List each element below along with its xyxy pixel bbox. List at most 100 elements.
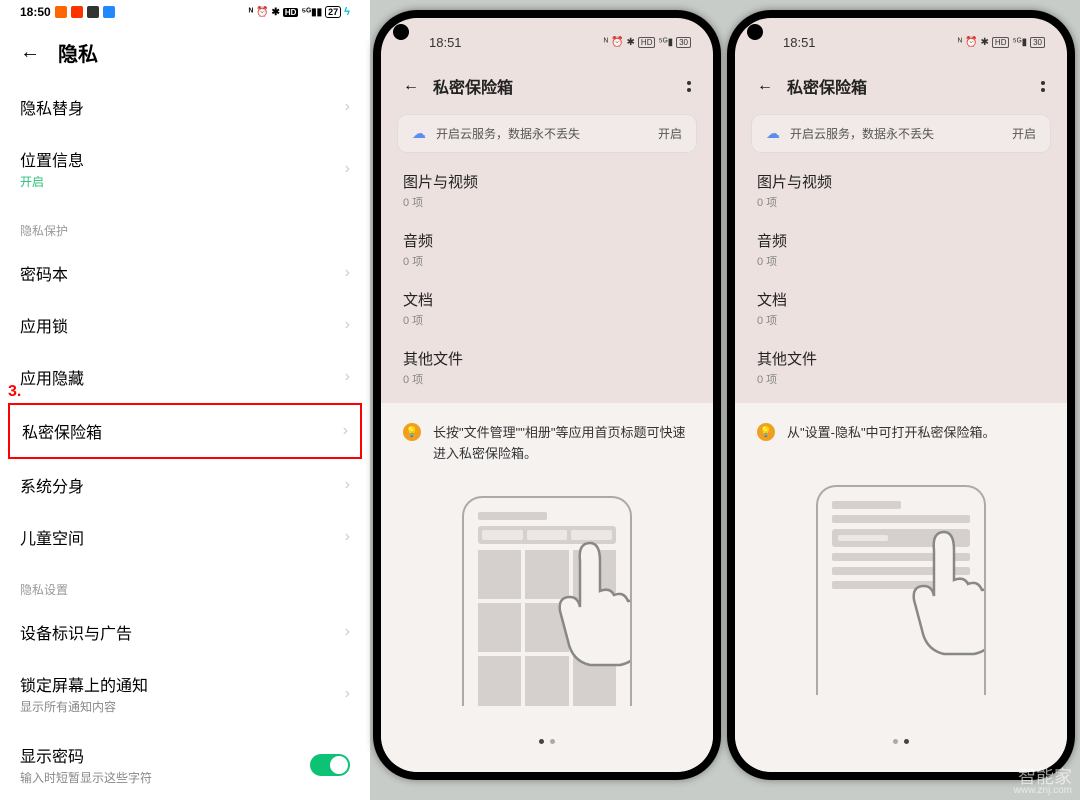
chevron-right-icon: › — [345, 476, 350, 494]
row-system-clone[interactable]: 系统分身 › — [0, 459, 370, 511]
page-header: ← 私密保险箱 — [735, 58, 1067, 110]
cloud-banner[interactable]: ☁ 开启云服务，数据永不丢失 开启 — [397, 114, 697, 153]
row-docs[interactable]: 文档 0 项 — [735, 279, 1067, 338]
pager-dots — [757, 727, 1045, 762]
charging-icon: ϟ — [344, 6, 350, 18]
chevron-right-icon: › — [345, 528, 350, 546]
more-icon[interactable] — [1041, 81, 1045, 92]
nfc-icon: ᴺ — [249, 7, 253, 18]
battery-icon: 27 — [325, 6, 341, 18]
row-audio[interactable]: 音频 0 项 — [735, 220, 1067, 279]
cloud-banner[interactable]: ☁ 开启云服务，数据永不丢失 开启 — [751, 114, 1051, 153]
cloud-icon: ☁ — [766, 125, 780, 142]
camera-punch-hole — [393, 24, 409, 40]
hd-icon: HD — [638, 37, 656, 48]
toggle-switch[interactable] — [310, 754, 350, 776]
section-header: 隐私保护 — [0, 204, 370, 247]
pager-dot[interactable] — [893, 739, 898, 744]
settings-screenshot: 18:50 ᴺ ⏰ ✱ HD ⁵ᴳ▮▮ 27 ϟ ← 隐私 隐私替身 › 位置信… — [0, 0, 370, 800]
watermark: 智能家 www.znj.com — [1014, 768, 1072, 796]
row-password-book[interactable]: 密码本 › — [0, 247, 370, 299]
page-header: ← 私密保险箱 — [381, 58, 713, 110]
app-icon-2 — [71, 6, 83, 18]
battery-icon: 30 — [1030, 37, 1045, 48]
more-icon[interactable] — [687, 81, 691, 92]
tip-card: 💡 长按"文件管理""相册"等应用首页标题可快速进入私密保险箱。 — [381, 403, 713, 772]
back-icon[interactable]: ← — [757, 77, 773, 95]
app-icon-1 — [55, 6, 67, 18]
row-lockscreen-notif[interactable]: 锁定屏幕上的通知 显示所有通知内容 › — [0, 658, 370, 729]
bluetooth-icon: ✱ — [627, 37, 635, 48]
chevron-right-icon: › — [343, 422, 348, 440]
hd-icon: HD — [283, 8, 299, 17]
row-location[interactable]: 位置信息 开启 › — [0, 133, 370, 204]
cloud-enable-link[interactable]: 开启 — [658, 125, 682, 142]
chevron-right-icon: › — [345, 368, 350, 386]
page-title: 私密保险箱 — [787, 74, 867, 98]
highlighted-row-private-safe[interactable]: 3. 私密保险箱 › — [8, 403, 362, 459]
row-images-videos[interactable]: 图片与视频 0 项 — [381, 161, 713, 220]
cloud-enable-link[interactable]: 开启 — [1012, 125, 1036, 142]
row-device-id-ads[interactable]: 设备标识与广告 › — [0, 606, 370, 658]
alarm-icon: ⏰ — [611, 37, 623, 48]
row-images-videos[interactable]: 图片与视频 0 项 — [735, 161, 1067, 220]
status-time: 18:51 — [783, 35, 816, 50]
nfc-icon: ᴺ — [958, 37, 962, 48]
status-bar: 18:50 ᴺ ⏰ ✱ HD ⁵ᴳ▮▮ 27 ϟ — [0, 0, 370, 20]
status-bar: 18:51 ᴺ ⏰ ✱ HD ⁵ᴳ▮ 30 — [381, 18, 713, 58]
chevron-right-icon: › — [345, 685, 350, 703]
alarm-icon: ⏰ — [965, 37, 977, 48]
signal-icon: ⁵ᴳ▮▮ — [301, 7, 322, 18]
illustration — [403, 475, 691, 727]
row-privacy-clone[interactable]: 隐私替身 › — [0, 81, 370, 133]
lightbulb-icon: 💡 — [757, 423, 775, 441]
bluetooth-icon: ✱ — [271, 7, 279, 18]
illustration — [757, 454, 1045, 727]
app-icon-4 — [103, 6, 115, 18]
pager-dot[interactable] — [904, 739, 909, 744]
row-other-files[interactable]: 其他文件 0 项 — [381, 338, 713, 397]
bluetooth-icon: ✱ — [981, 37, 989, 48]
phone-mockup-a: 18:51 ᴺ ⏰ ✱ HD ⁵ᴳ▮ 30 ← 私密保险箱 ☁ 开启云服务，数据… — [373, 10, 721, 780]
hand-pointer-icon — [889, 520, 986, 665]
status-bar: 18:51 ᴺ ⏰ ✱ HD ⁵ᴳ▮ 30 — [735, 18, 1067, 58]
hd-icon: HD — [992, 37, 1010, 48]
tip-text: 长按"文件管理""相册"等应用首页标题可快速进入私密保险箱。 — [433, 423, 691, 465]
row-kids-space[interactable]: 儿童空间 › — [0, 511, 370, 563]
section-header: 隐私设置 — [0, 563, 370, 606]
alarm-icon: ⏰ — [256, 7, 268, 18]
pager-dots — [403, 727, 691, 762]
chevron-right-icon: › — [345, 316, 350, 334]
cloud-icon: ☁ — [412, 125, 426, 142]
app-icon-3 — [87, 6, 99, 18]
chevron-right-icon: › — [345, 623, 350, 641]
status-time: 18:51 — [429, 35, 462, 50]
lightbulb-icon: 💡 — [403, 423, 421, 441]
row-audio[interactable]: 音频 0 项 — [381, 220, 713, 279]
battery-icon: 30 — [676, 37, 691, 48]
chevron-right-icon: › — [345, 160, 350, 178]
chevron-right-icon: › — [345, 264, 350, 282]
nfc-icon: ᴺ — [604, 37, 608, 48]
pager-dot[interactable] — [550, 739, 555, 744]
tip-card: 💡 从"设置-隐私"中可打开私密保险箱。 — [735, 403, 1067, 772]
page-title: 隐私 — [58, 38, 98, 67]
row-other-files[interactable]: 其他文件 0 项 — [735, 338, 1067, 397]
tip-text: 从"设置-隐私"中可打开私密保险箱。 — [787, 423, 996, 444]
step-number: 3. — [8, 383, 21, 401]
row-show-password[interactable]: 显示密码 输入时短暂显示这些字符 — [0, 729, 370, 800]
page-header: ← 隐私 — [0, 20, 370, 81]
signal-icon: ⁵ᴳ▮ — [658, 37, 673, 48]
status-time: 18:50 — [20, 5, 51, 19]
signal-icon: ⁵ᴳ▮ — [1012, 37, 1027, 48]
chevron-right-icon: › — [345, 98, 350, 116]
hand-pointer-icon — [535, 531, 632, 676]
camera-punch-hole — [747, 24, 763, 40]
page-title: 私密保险箱 — [433, 74, 513, 98]
back-icon[interactable]: ← — [20, 41, 40, 64]
pager-dot[interactable] — [539, 739, 544, 744]
back-icon[interactable]: ← — [403, 77, 419, 95]
row-app-lock[interactable]: 应用锁 › — [0, 299, 370, 351]
row-app-hide[interactable]: 应用隐藏 › — [0, 351, 370, 403]
row-docs[interactable]: 文档 0 项 — [381, 279, 713, 338]
